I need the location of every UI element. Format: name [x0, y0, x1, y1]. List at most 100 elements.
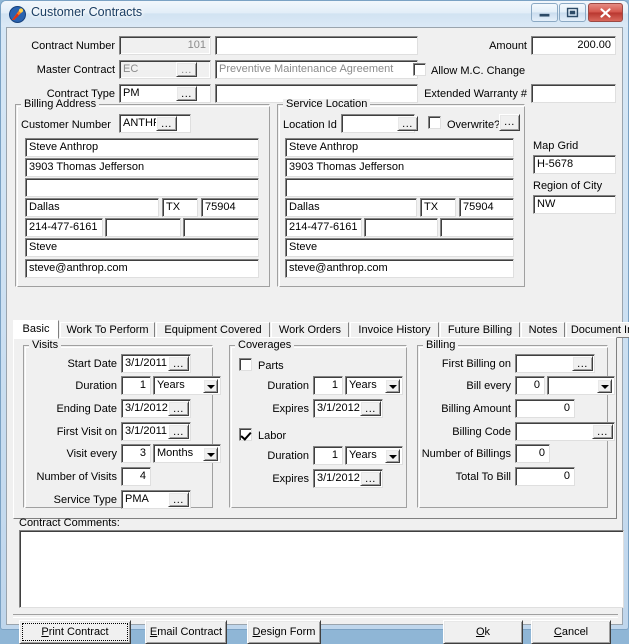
- service-city-field[interactable]: Dallas: [285, 198, 417, 217]
- chevron-down-icon[interactable]: [385, 449, 400, 463]
- tab-work-to-perform[interactable]: Work To Perform: [60, 322, 155, 338]
- service-phone1-field[interactable]: 214-477-6161: [285, 218, 362, 237]
- first-visit-label: First Visit on: [56, 426, 117, 438]
- chevron-down-icon[interactable]: [597, 379, 612, 393]
- bill-every-unit-select[interactable]: [547, 376, 615, 395]
- amount-field[interactable]: 200.00: [531, 36, 616, 55]
- billing-state-field[interactable]: TX: [162, 198, 198, 217]
- cancel-button[interactable]: Cancel: [531, 620, 611, 644]
- visit-every-field[interactable]: 3: [121, 444, 151, 463]
- labor-duration-field[interactable]: 1: [313, 446, 343, 465]
- billing-amount-field[interactable]: 0: [515, 399, 575, 418]
- service-address1-field[interactable]: 3903 Thomas Jefferson: [285, 158, 514, 177]
- tab-notes[interactable]: Notes: [521, 322, 565, 338]
- tab-basic[interactable]: Basic: [13, 320, 59, 339]
- billing-name-field[interactable]: Steve Anthrop: [25, 138, 259, 157]
- first-billing-picker-button[interactable]: ...: [572, 356, 593, 371]
- service-zip-field[interactable]: 75904: [459, 198, 514, 217]
- service-location-caption: Service Location: [283, 99, 371, 110]
- labor-expires-picker-button[interactable]: ...: [360, 471, 381, 486]
- parts-checkbox[interactable]: [239, 358, 252, 371]
- tab-document-images[interactable]: Document Images: [566, 322, 629, 338]
- chevron-down-icon[interactable]: [203, 379, 218, 393]
- contract-type-field[interactable]: PM: [119, 84, 211, 103]
- service-email-field[interactable]: steve@anthrop.com: [285, 259, 514, 278]
- close-button[interactable]: [588, 3, 623, 22]
- map-grid-field[interactable]: H-5678: [533, 155, 616, 174]
- billing-email-field[interactable]: steve@anthrop.com: [25, 259, 259, 278]
- master-contract-lookup-button[interactable]: ...: [176, 62, 197, 77]
- coverages-caption: Coverages: [235, 340, 295, 351]
- chevron-down-icon[interactable]: [385, 379, 400, 393]
- minimize-button[interactable]: [531, 3, 558, 22]
- billing-zip-field[interactable]: 75904: [201, 198, 259, 217]
- parts-duration-label: Duration: [267, 380, 309, 392]
- number-of-visits-field[interactable]: 4: [121, 467, 151, 486]
- billing-contact-field[interactable]: Steve: [25, 238, 259, 257]
- visit-every-unit-select[interactable]: Months: [153, 444, 221, 463]
- overwrite-checkbox[interactable]: [428, 116, 441, 129]
- allow-mc-change-checkbox[interactable]: [413, 63, 426, 76]
- master-contract-label: Master Contract: [36, 64, 115, 76]
- service-type-lookup-button[interactable]: ...: [168, 492, 189, 507]
- contract-comments-textarea[interactable]: [19, 530, 624, 608]
- location-id-lookup-button[interactable]: ...: [397, 116, 418, 131]
- tab-future-billing[interactable]: Future Billing: [440, 322, 520, 338]
- contract-description-field[interactable]: [215, 36, 418, 55]
- service-contact-field[interactable]: Steve: [285, 238, 514, 257]
- overwrite-label: Overwrite?: [447, 119, 501, 131]
- ok-button[interactable]: Ok: [443, 620, 523, 644]
- tab-invoice-history[interactable]: Invoice History: [350, 322, 439, 338]
- master-contract-description-field[interactable]: Preventive Maintenance Agreement: [215, 60, 418, 79]
- design-form-button[interactable]: Design Form: [247, 620, 321, 644]
- total-to-bill-field[interactable]: 0: [515, 467, 575, 486]
- billing-code-label: Billing Code: [452, 426, 511, 438]
- parts-duration-unit-select[interactable]: Years: [345, 376, 403, 395]
- total-to-bill-label: Total To Bill: [455, 471, 511, 483]
- billing-address1-field[interactable]: 3903 Thomas Jefferson: [25, 158, 259, 177]
- start-date-picker-button[interactable]: ...: [168, 356, 189, 371]
- billing-address2-field[interactable]: [25, 178, 259, 197]
- parts-duration-field[interactable]: 1: [313, 376, 343, 395]
- customer-number-label: Customer Number: [21, 119, 111, 131]
- tab-work-orders[interactable]: Work Orders: [271, 322, 349, 338]
- service-phone2-field[interactable]: [364, 218, 438, 237]
- billing-city-field[interactable]: Dallas: [25, 198, 159, 217]
- contract-number-field[interactable]: 101: [119, 36, 211, 55]
- contract-type-lookup-button[interactable]: ...: [176, 86, 197, 101]
- extended-warranty-field[interactable]: [531, 84, 616, 103]
- labor-expires-label: Expires: [272, 473, 309, 485]
- service-name-field[interactable]: Steve Anthrop: [285, 138, 514, 157]
- billing-phone1-field[interactable]: 214-477-6161: [25, 218, 103, 237]
- email-contract-button[interactable]: Email Contract: [145, 620, 227, 644]
- labor-checkbox[interactable]: [239, 428, 252, 441]
- customer-number-lookup-button[interactable]: ...: [156, 116, 177, 131]
- service-state-field[interactable]: TX: [420, 198, 456, 217]
- first-visit-picker-button[interactable]: ...: [168, 424, 189, 439]
- service-phone3-field[interactable]: [440, 218, 514, 237]
- billing-code-lookup-button[interactable]: ...: [592, 424, 613, 439]
- number-of-billings-field[interactable]: 0: [515, 444, 550, 463]
- master-contract-field[interactable]: EC: [119, 60, 211, 79]
- parts-expires-picker-button[interactable]: ...: [360, 401, 381, 416]
- overwrite-lookup-button[interactable]: ...: [499, 114, 520, 131]
- print-contract-button[interactable]: Print Contract: [19, 620, 131, 644]
- cancel-accel: C: [553, 626, 562, 638]
- allow-mc-change-label: Allow M.C. Change: [431, 65, 526, 77]
- labor-duration-unit-select[interactable]: Years: [345, 446, 403, 465]
- maximize-button[interactable]: [559, 3, 586, 22]
- region-of-city-field[interactable]: NW: [533, 195, 616, 214]
- bill-every-field[interactable]: 0: [515, 376, 545, 395]
- visits-duration-unit-select[interactable]: Years: [153, 376, 221, 395]
- service-address2-field[interactable]: [285, 178, 514, 197]
- parts-label: Parts: [258, 360, 284, 372]
- billing-caption: Billing: [423, 340, 459, 351]
- customer-number-field[interactable]: ANTHRO: [119, 114, 191, 133]
- tab-equipment-covered[interactable]: Equipment Covered: [156, 322, 270, 338]
- billing-phone2-field[interactable]: [105, 218, 181, 237]
- visits-duration-field[interactable]: 1: [121, 376, 151, 395]
- chevron-down-icon[interactable]: [203, 447, 218, 461]
- billing-phone3-field[interactable]: [183, 218, 259, 237]
- ending-date-picker-button[interactable]: ...: [168, 401, 189, 416]
- visits-duration-label: Duration: [75, 380, 117, 392]
